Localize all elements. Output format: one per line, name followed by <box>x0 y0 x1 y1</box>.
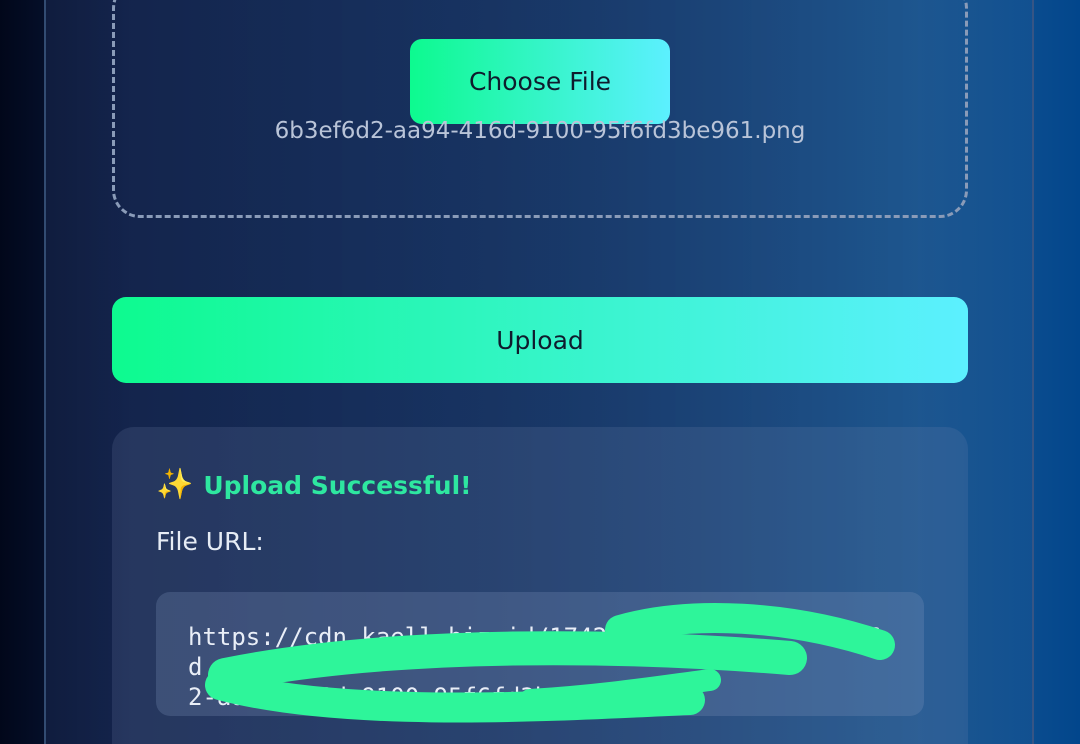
selected-filename: 6b3ef6d2-aa94-416d-9100-95f6fd3be961.png <box>274 118 806 144</box>
sparkles-icon: ✨ <box>156 467 194 502</box>
file-url-label: File URL: <box>156 527 264 556</box>
upload-button[interactable]: Upload <box>112 297 968 383</box>
choose-file-button[interactable]: Choose File <box>410 39 670 124</box>
redaction-scribble <box>205 603 895 723</box>
upload-success-message: ✨ Upload Successful! <box>156 470 472 500</box>
upload-success-text: Upload Successful! <box>203 470 472 500</box>
